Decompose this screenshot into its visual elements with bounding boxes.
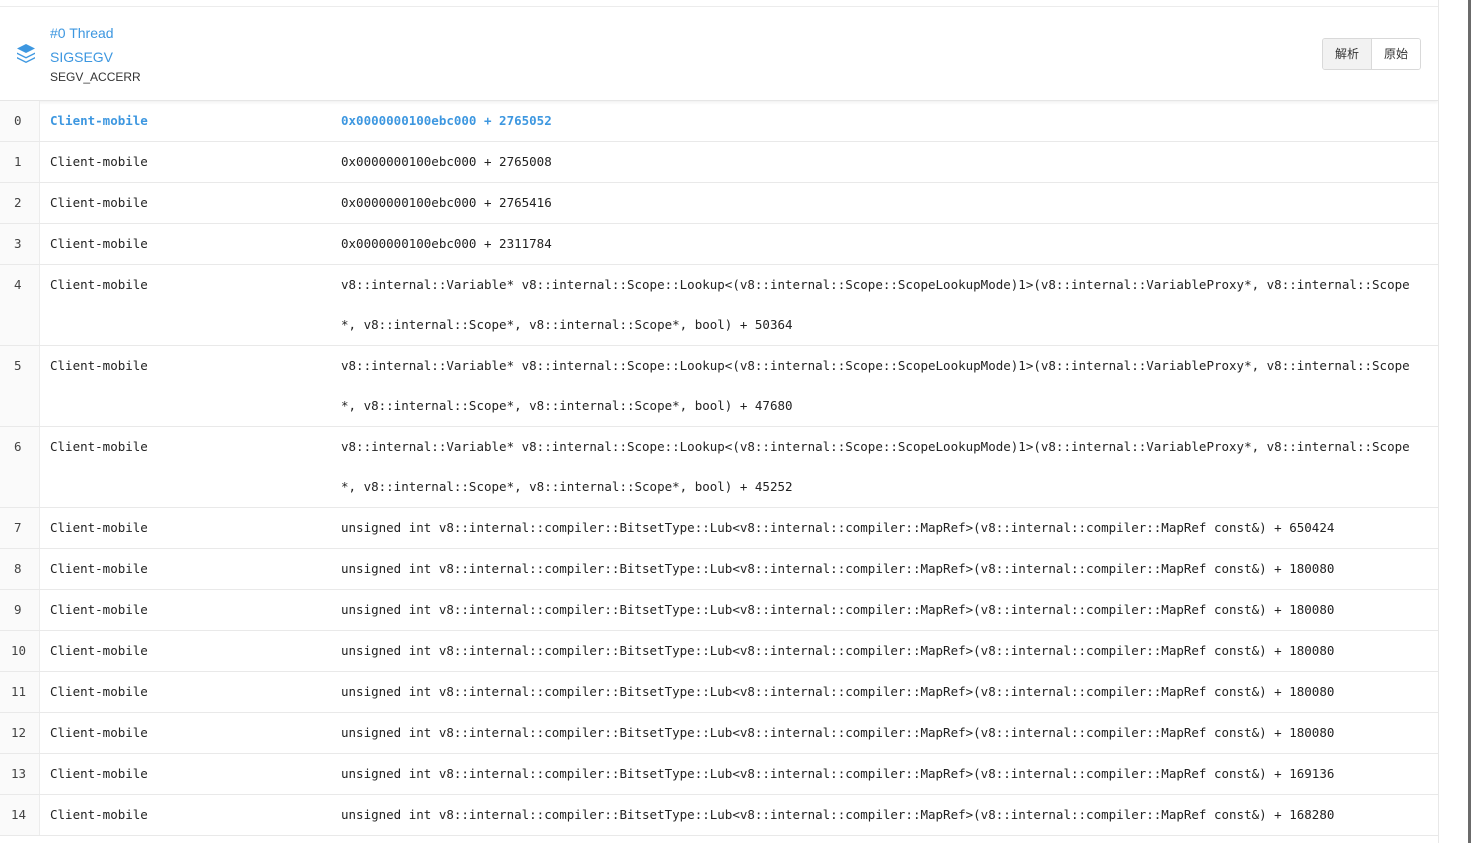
thread-header: #0 Thread SIGSEGV SEGV_ACCERR 解析 原始 [0, 6, 1438, 101]
thread-title[interactable]: #0 Thread [50, 25, 114, 41]
frame-row[interactable]: 5 Client-mobile v8::internal::Variable* v8… [0, 346, 1438, 427]
frame-module: Client-mobile [50, 602, 148, 617]
frame-index-cell: 1 [0, 142, 40, 182]
frame-row[interactable]: 0 Client-mobile 0x0000000100ebc000 + 27650… [0, 101, 1438, 142]
frame-address: 0x0000000100ebc000 + 2765052 [341, 113, 552, 128]
frame-index-cell: 2 [0, 183, 40, 223]
frame-address: unsigned int v8::internal::compiler::Bit… [341, 602, 1335, 617]
frame-address: unsigned int v8::internal::compiler::Bit… [341, 807, 1335, 822]
frame-module: Client-mobile [50, 154, 148, 169]
frame-module: Client-mobile [50, 561, 148, 576]
signal-name[interactable]: SIGSEGV [50, 49, 113, 65]
frame-module: Client-mobile [50, 439, 148, 454]
frame-index: 2 [14, 195, 22, 210]
frame-address: 0x0000000100ebc000 + 2765416 [341, 195, 552, 210]
frame-row[interactable]: 12 Client-mobile unsigned int v8::internal… [0, 713, 1438, 754]
frame-row[interactable]: 3 Client-mobile 0x0000000100ebc000 + 23117… [0, 224, 1438, 265]
frame-index: 12 [11, 725, 27, 740]
frame-index-cell: 13 [0, 754, 40, 794]
frame-address: v8::internal::Variable* v8::internal::Sc… [341, 439, 1410, 494]
frame-module: Client-mobile [50, 277, 148, 292]
frame-row[interactable]: 14 Client-mobile unsigned int v8::internal… [0, 795, 1438, 836]
frame-module: Client-mobile [50, 236, 148, 251]
frame-index-cell: 12 [0, 713, 40, 753]
signal-code: SEGV_ACCERR [50, 70, 141, 84]
frame-index-cell: 8 [0, 549, 40, 589]
parsed-view-button[interactable]: 解析 [1323, 39, 1373, 69]
frame-index: 0 [14, 113, 22, 128]
frame-module: Client-mobile [50, 807, 148, 822]
frame-row[interactable]: 7 Client-mobile unsigned int v8::internal:… [0, 508, 1438, 549]
frame-index: 14 [11, 807, 27, 822]
frame-row[interactable]: 1 Client-mobile 0x0000000100ebc000 + 27650… [0, 142, 1438, 183]
frame-index: 6 [14, 439, 22, 454]
raw-view-button[interactable]: 原始 [1372, 39, 1421, 69]
frame-address: v8::internal::Variable* v8::internal::Sc… [341, 358, 1410, 413]
frame-index: 7 [14, 520, 22, 535]
frame-address: 0x0000000100ebc000 + 2765008 [341, 154, 552, 169]
frame-row[interactable]: 2 Client-mobile 0x0000000100ebc000 + 27654… [0, 183, 1438, 224]
frame-index: 4 [14, 277, 22, 292]
frame-module: Client-mobile [50, 766, 148, 781]
frame-row[interactable]: 9 Client-mobile unsigned int v8::internal:… [0, 590, 1438, 631]
frame-index-cell: 3 [0, 224, 40, 264]
frame-address: unsigned int v8::internal::compiler::Bit… [341, 725, 1335, 740]
frame-address: 0x0000000100ebc000 + 2311784 [341, 236, 552, 251]
frame-module: Client-mobile [50, 358, 148, 373]
frame-row[interactable]: 13 Client-mobile unsigned int v8::internal… [0, 754, 1438, 795]
frame-index-cell: 14 [0, 795, 40, 835]
frame-index: 10 [11, 643, 27, 658]
frame-index: 1 [14, 154, 22, 169]
frame-index: 13 [11, 766, 27, 781]
frame-index: 11 [11, 684, 27, 699]
frame-address: v8::internal::Variable* v8::internal::Sc… [341, 277, 1410, 332]
frame-index: 8 [14, 561, 22, 576]
frame-index: 3 [14, 236, 22, 251]
frame-index-cell: 6 [0, 427, 40, 507]
frame-address: unsigned int v8::internal::compiler::Bit… [341, 766, 1335, 781]
frame-address: unsigned int v8::internal::compiler::Bit… [341, 561, 1335, 576]
frame-index: 9 [14, 602, 22, 617]
frame-address: unsigned int v8::internal::compiler::Bit… [341, 684, 1335, 699]
frame-address: unsigned int v8::internal::compiler::Bit… [341, 520, 1335, 535]
frame-list: 0 Client-mobile 0x0000000100ebc000 + 27650… [0, 101, 1438, 836]
layers-icon [17, 44, 35, 63]
stack-trace-panel: #0 Thread SIGSEGV SEGV_ACCERR 解析 原始 0 Cli… [0, 0, 1439, 843]
view-mode-toggle: 解析 原始 [1322, 38, 1422, 70]
frame-index-cell: 7 [0, 508, 40, 548]
frame-index-cell: 0 [0, 101, 40, 141]
frame-index-cell: 4 [0, 265, 40, 345]
frame-address: unsigned int v8::internal::compiler::Bit… [341, 643, 1335, 658]
frame-index: 5 [14, 358, 22, 373]
frame-index-cell: 5 [0, 346, 40, 426]
frame-module: Client-mobile [50, 195, 148, 210]
frame-module: Client-mobile [50, 643, 148, 658]
frame-index-cell: 9 [0, 590, 40, 630]
frame-row[interactable]: 6 Client-mobile v8::internal::Variable* v8… [0, 427, 1438, 508]
frame-index-cell: 11 [0, 672, 40, 712]
frame-row[interactable]: 8 Client-mobile unsigned int v8::internal:… [0, 549, 1438, 590]
frame-row[interactable]: 10 Client-mobile unsigned int v8::internal… [0, 631, 1438, 672]
frame-module: Client-mobile [50, 113, 148, 128]
frame-module: Client-mobile [50, 520, 148, 535]
frame-module: Client-mobile [50, 684, 148, 699]
frame-index-cell: 10 [0, 631, 40, 671]
frame-row[interactable]: 11 Client-mobile unsigned int v8::internal… [0, 672, 1438, 713]
frame-row[interactable]: 4 Client-mobile v8::internal::Variable* v8… [0, 265, 1438, 346]
frame-module: Client-mobile [50, 725, 148, 740]
